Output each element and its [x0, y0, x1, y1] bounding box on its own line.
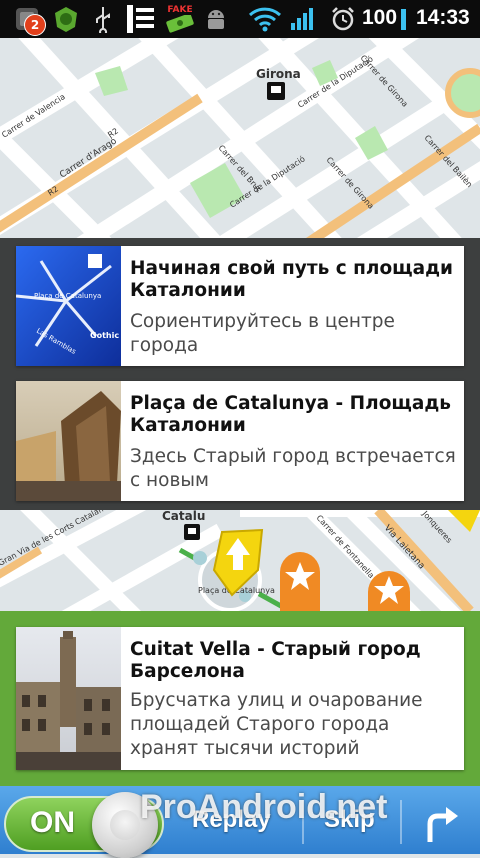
- signal-icon: [290, 5, 316, 33]
- step-card-3-active[interactable]: Cuitat Vella - Старый город Барселона Бр…: [16, 627, 464, 770]
- fake-gps-icon: FAKE: [160, 5, 200, 33]
- shield-app-icon: [52, 5, 80, 33]
- step-card-2[interactable]: Plaça de Catalunya - Площадь Каталонии З…: [16, 381, 464, 501]
- wifi-icon: [248, 5, 282, 33]
- toolbar-divider: [400, 800, 402, 844]
- status-bar: 2 FAKE 100 14:33: [0, 0, 480, 38]
- alarm-icon: [330, 5, 356, 33]
- step-card-2-title: Plaça de Catalunya - Площадь Каталонии: [130, 393, 451, 436]
- thumb-label-placa: Plaça de Catalunya: [34, 292, 101, 300]
- android-icon: [204, 5, 228, 33]
- toggle-knob[interactable]: [92, 792, 158, 858]
- step-card-3-thumbnail: [16, 627, 121, 770]
- replay-button[interactable]: Replay: [192, 806, 271, 834]
- map-top[interactable]: Girona Carrer de Valencia Carrer d'Aragó…: [0, 38, 480, 238]
- toolbar-divider: [302, 800, 304, 844]
- step-card-2-description: Здесь Старый город встречается с новым: [130, 446, 456, 491]
- audio-guide-toggle[interactable]: ON: [4, 792, 164, 858]
- usb-icon: [92, 5, 114, 33]
- turn-right-icon[interactable]: [420, 804, 460, 848]
- notification-count-badge: 2: [24, 14, 46, 36]
- poi-star-pin-1[interactable]: [280, 552, 320, 611]
- step-card-3-title: Cuitat Vella - Старый город Барселона: [130, 639, 421, 682]
- fake-label: FAKE: [167, 4, 193, 15]
- battery-level: 100: [362, 6, 398, 29]
- bottom-toolbar: ON Replay Skip: [0, 786, 480, 858]
- clock: 14:33: [416, 6, 470, 29]
- step-card-1[interactable]: Plaça de Catalunya Las Ramblas Gothic qu…: [15, 246, 464, 366]
- thumb-label-gothic: Gothic quarter: [90, 331, 121, 340]
- map-label-girona: Girona: [256, 67, 301, 81]
- notes-icon: [126, 5, 158, 33]
- step-card-1-description: Сориентируйтесь в центре города: [130, 311, 395, 356]
- step-card-3-description: Брусчатка улиц и очарование площадей Ста…: [130, 690, 423, 759]
- map-middle[interactable]: Catalu Plaça de Catalunya Via Laietana G…: [0, 510, 480, 611]
- step-card-1-title: Начиная свой путь с площади Каталонии: [130, 258, 453, 301]
- skip-button[interactable]: Skip: [324, 806, 375, 834]
- step-card-1-thumbnail: Plaça de Catalunya Las Ramblas Gothic qu…: [15, 246, 156, 366]
- battery-icon: [401, 9, 406, 30]
- toggle-label: ON: [30, 806, 75, 839]
- step-card-2-thumbnail: [16, 381, 121, 501]
- map-label-catalu: Catalu: [162, 510, 205, 523]
